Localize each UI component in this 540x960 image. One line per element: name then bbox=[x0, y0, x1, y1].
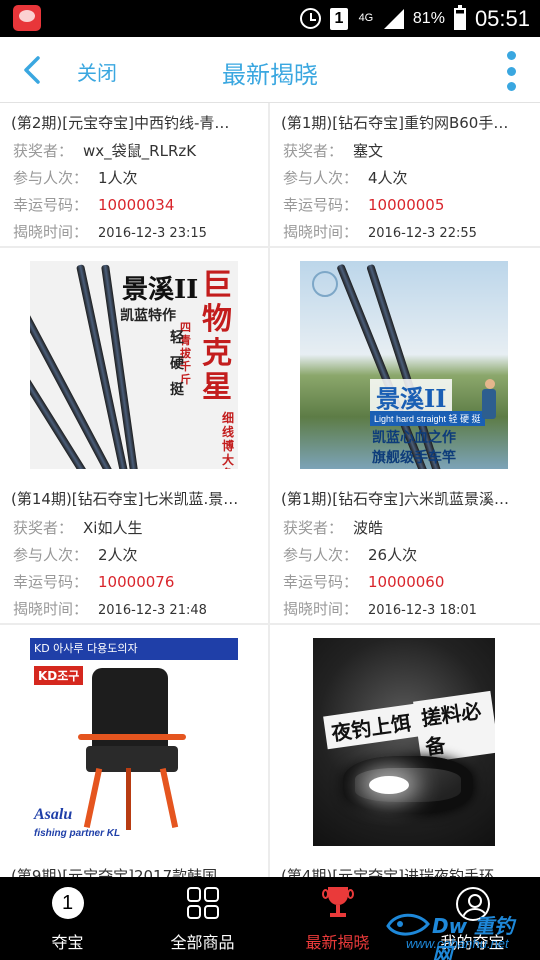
participations-count: 1人次 bbox=[98, 169, 138, 187]
lucky-number-row: 幸运号码： 10000076 bbox=[13, 573, 175, 591]
lucky-number-row: 幸运号码： 10000005 bbox=[283, 196, 445, 214]
item-title: (第9期)[元宝夺宝]2017款韩国… bbox=[11, 867, 233, 877]
reveal-time: 2016-12-3 21:48 bbox=[98, 603, 207, 618]
sim-icon: 1 bbox=[329, 7, 348, 30]
item-title: (第1期)[钻石夺宝]六米凯蓝景溪… bbox=[281, 490, 509, 508]
reveal-time-row: 揭晓时间： 2016-12-3 22:55 bbox=[283, 223, 477, 241]
nav-item-duobao[interactable]: 1 夺宝 bbox=[0, 877, 135, 960]
nav-label: 夺宝 bbox=[51, 933, 84, 952]
item-title: (第1期)[钻石夺宝]重钓网B60手… bbox=[281, 114, 509, 132]
winner-name: 波皓 bbox=[353, 519, 384, 537]
results-grid: (第2期)[元宝夺宝]中西钓线-青… 获奖者： wx_袋鼠_RLRzK 参与人次：… bbox=[0, 103, 540, 877]
lucky-number: 10000060 bbox=[368, 573, 445, 591]
lucky-number-row: 幸运号码： 10000034 bbox=[13, 196, 175, 214]
product-image: 夜钓上饵 搓料必备 bbox=[313, 638, 495, 846]
number-one-icon: 1 bbox=[51, 887, 84, 919]
grid-icon bbox=[186, 887, 219, 919]
battery-percent: 81% bbox=[412, 9, 445, 27]
item-title: (第4期)[元宝夺宝]进瑞夜钓手环… bbox=[281, 867, 509, 877]
product-image: KD 아사루 다용도의자 KD조구 Asalu fishing partner … bbox=[30, 638, 238, 846]
list-item[interactable]: (第2期)[元宝夺宝]中西钓线-青… 获奖者： wx_袋鼠_RLRzK 参与人次：… bbox=[0, 103, 268, 246]
product-image: 景溪II 凯蓝特作 巨物克星 四青拔千斤 轻 硬 挺 细线博大鱼 bbox=[30, 261, 238, 469]
winner-row: 获奖者： wx_袋鼠_RLRzK bbox=[13, 142, 197, 160]
lucky-number: 10000076 bbox=[98, 573, 175, 591]
lucky-number: 10000005 bbox=[368, 196, 445, 214]
list-item[interactable]: (第1期)[钻石夺宝]重钓网B60手… 获奖者： 塞文 参与人次： 4人次 幸运号码… bbox=[270, 103, 540, 246]
winner-row: 获奖者： Xi如人生 bbox=[13, 519, 143, 537]
winner-row: 获奖者： 波皓 bbox=[283, 519, 384, 537]
winner-name: wx_袋鼠_RLRzK bbox=[83, 142, 197, 160]
participations-row: 参与人次： 1人次 bbox=[13, 169, 138, 187]
reveal-time: 2016-12-3 23:15 bbox=[98, 226, 207, 241]
reveal-time: 2016-12-3 22:55 bbox=[368, 226, 477, 241]
reveal-time-row: 揭晓时间： 2016-12-3 21:48 bbox=[13, 600, 207, 618]
product-image: 景溪II Light hard straight 轻 硬 挺 凯蓝心血之作 旗舰… bbox=[300, 261, 508, 469]
reveal-time-row: 揭晓时间： 2016-12-3 23:15 bbox=[13, 223, 207, 241]
winner-row: 获奖者： 塞文 bbox=[283, 142, 384, 160]
clock: 05:51 bbox=[474, 5, 530, 31]
participations-count: 2人次 bbox=[98, 546, 138, 564]
signal-icon bbox=[383, 8, 404, 29]
item-title: (第14期)[钻石夺宝]七米凯蓝.景… bbox=[11, 490, 239, 508]
participations-row: 参与人次： 4人次 bbox=[283, 169, 408, 187]
watermark-logo: Dw 重钓网 www.cqhanhu.net bbox=[384, 908, 534, 960]
status-bar: 1 4G 81% 05:51 bbox=[0, 0, 540, 37]
alarm-icon bbox=[299, 8, 321, 29]
lucky-number: 10000034 bbox=[98, 196, 175, 214]
reveal-time-row: 揭晓时间： 2016-12-3 18:01 bbox=[283, 600, 477, 618]
page-title: 最新揭晓 bbox=[222, 61, 318, 89]
participations-count: 4人次 bbox=[368, 169, 408, 187]
network-type: 4G bbox=[358, 12, 374, 24]
participations-row: 参与人次： 26人次 bbox=[283, 546, 418, 564]
reveal-time: 2016-12-3 18:01 bbox=[368, 603, 477, 618]
app-notification-icon bbox=[13, 5, 41, 31]
more-options-icon[interactable] bbox=[506, 51, 516, 91]
item-title: (第2期)[元宝夺宝]中西钓线-青… bbox=[11, 114, 230, 132]
winner-name: Xi如人生 bbox=[83, 519, 143, 537]
participations-row: 参与人次： 2人次 bbox=[13, 546, 138, 564]
list-item[interactable]: 景溪II Light hard straight 轻 硬 挺 凯蓝心血之作 旗舰… bbox=[270, 248, 540, 623]
battery-icon bbox=[453, 4, 466, 30]
participations-count: 26人次 bbox=[368, 546, 418, 564]
trophy-icon bbox=[321, 887, 354, 921]
top-bar: 关闭 最新揭晓 bbox=[0, 37, 540, 103]
list-item[interactable]: KD 아사루 다용도의자 KD조구 Asalu fishing partner … bbox=[0, 625, 268, 877]
nav-label: 全部商品 bbox=[170, 933, 235, 952]
list-item[interactable]: 景溪II 凯蓝特作 巨物克星 四青拔千斤 轻 硬 挺 细线博大鱼 (第14期)[… bbox=[0, 248, 268, 623]
list-item[interactable]: 夜钓上饵 搓料必备 (第4期)[元宝夺宝]进瑞夜钓手环… bbox=[270, 625, 540, 877]
lucky-number-row: 幸运号码： 10000060 bbox=[283, 573, 445, 591]
winner-name: 塞文 bbox=[353, 142, 384, 160]
nav-item-all-products[interactable]: 全部商品 bbox=[135, 877, 270, 960]
